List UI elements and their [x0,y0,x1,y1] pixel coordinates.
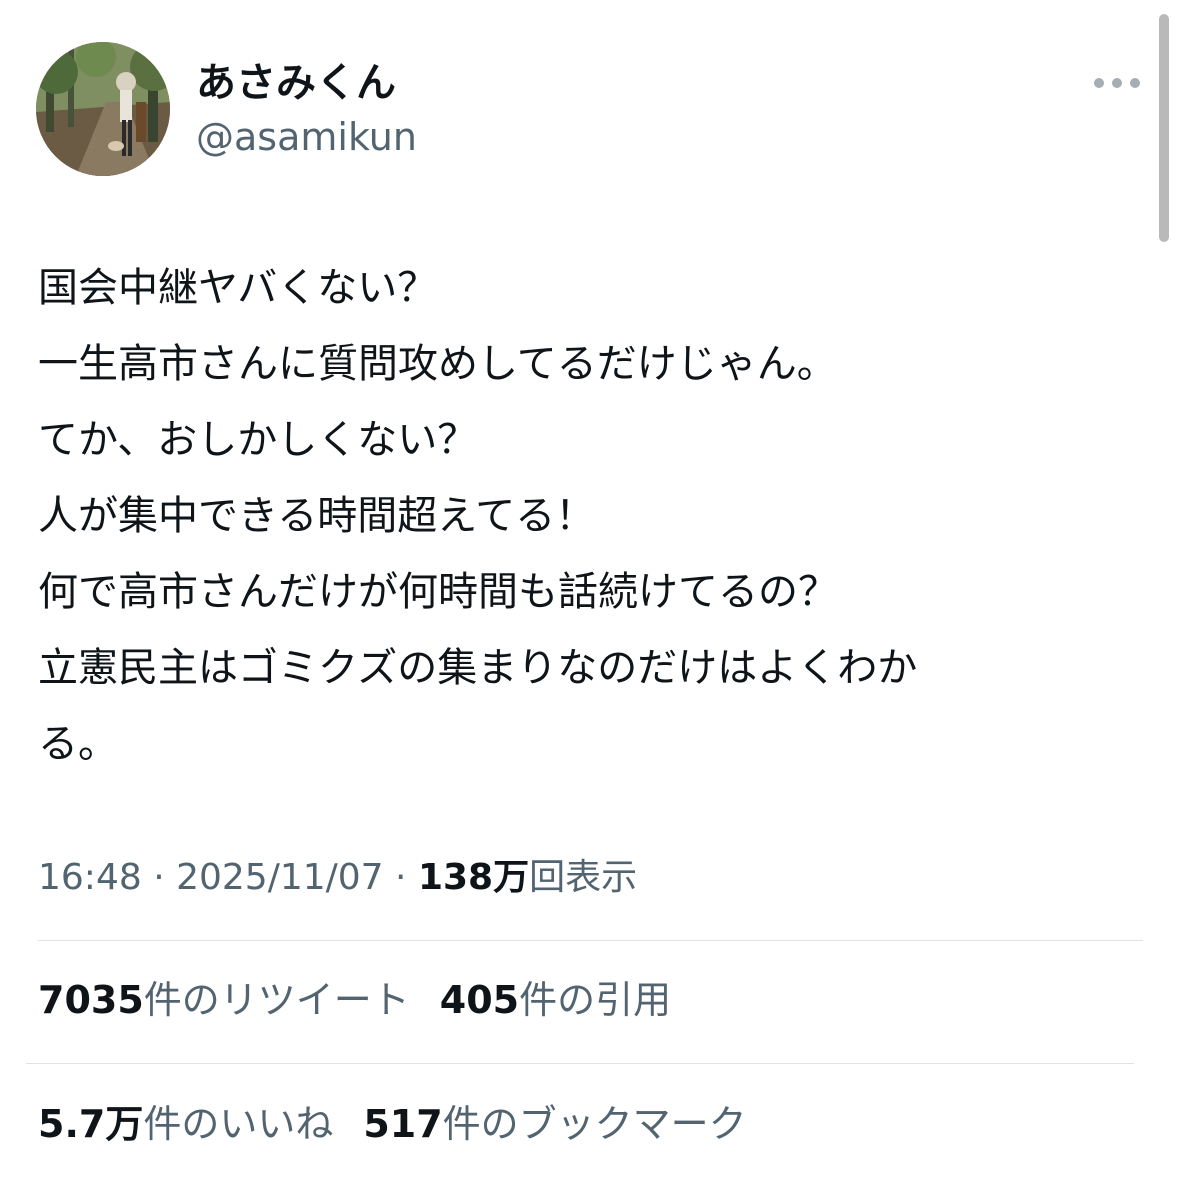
bookmarks-count: 517 [363,1102,443,1146]
tweet-text-line: てか、おしかしくない？ [38,417,478,463]
avatar-photo [36,42,170,176]
quotes-count: 405 [439,978,520,1022]
meta-separator: · [141,857,177,898]
tweet-text: 国会中継ヤバくない？ 一生高市さんに質問攻めしてるだけじゃん。 てか、おしかしく… [38,250,1128,782]
quotes-label: 件の引用 [519,978,672,1022]
divider [26,1063,1134,1064]
meta-separator: · [383,857,418,898]
quotes-stat[interactable]: 405件の引用 [440,974,671,1026]
tweet-date[interactable]: 2025/11/07 [176,857,384,898]
views-label: 回表示 [529,857,638,898]
more-horizontal-icon [1094,78,1104,88]
likes-label: 件のいいね [143,1102,334,1146]
display-name[interactable]: あさみくん [196,58,396,108]
likes-count: 5.7万 [38,1102,144,1146]
tweet-text-line: 立憲民主はゴミクズの集まりなのだけはよくわか [38,645,918,691]
likes-stat[interactable]: 5.7万件のいいね [38,1098,333,1150]
avatar[interactable] [36,42,170,176]
tweet-text-line: る。 [38,721,118,767]
more-horizontal-icon [1130,78,1140,88]
retweets-label: 件のリツイート [143,978,410,1022]
more-options-button[interactable] [1092,66,1142,100]
tweet-time[interactable]: 16:48 [38,857,142,898]
engagement-stats-row: 7035件のリツイート 405件の引用 [38,974,701,1026]
views-count: 138万 [417,857,530,898]
tweet-text-line: 国会中継ヤバくない？ [38,265,438,311]
engagement-stats-row: 5.7万件のいいね 517件のブックマーク [38,1098,777,1150]
tweet-metadata: 16:48 · 2025/11/07 · 138万回表示 [38,852,637,904]
divider [38,940,1143,941]
tweet-text-line: 人が集中できる時間超えてる！ [38,493,596,539]
scrollbar[interactable] [1159,14,1169,242]
bookmarks-label: 件のブックマーク [442,1102,747,1146]
tweet-detail-view: あさみくん @asamikun 国会中継ヤバくない？ 一生高市さんに質問攻めして… [0,0,1179,1179]
bookmarks-stat[interactable]: 517件のブックマーク [363,1098,746,1150]
retweets-stat[interactable]: 7035件のリツイート [38,974,410,1026]
more-horizontal-icon [1112,78,1122,88]
retweets-count: 7035 [38,978,144,1022]
tweet-text-line: 何で高市さんだけが何時間も話続けてるの？ [38,569,838,615]
tweet-text-line: 一生高市さんに質問攻めしてるだけじゃん。 [38,341,837,387]
user-handle[interactable]: @asamikun [196,112,417,162]
